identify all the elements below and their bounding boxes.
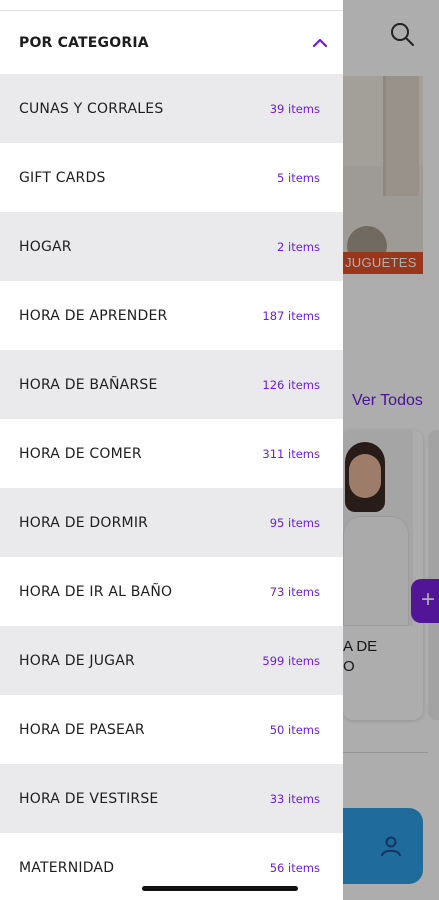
category-label: HORA DE VESTIRSE (19, 790, 159, 807)
category-label: GIFT CARDS (19, 169, 106, 186)
home-indicator[interactable] (142, 886, 298, 891)
section-title: POR CATEGORIA (19, 34, 149, 51)
category-count: 56 items (269, 860, 320, 875)
category-item-cunas-y-corrales[interactable]: CUNAS Y CORRALES 39 items (0, 74, 343, 143)
category-count: 50 items (269, 722, 320, 737)
category-count: 311 items (262, 446, 320, 461)
category-label: HOGAR (19, 238, 72, 255)
category-count: 599 items (262, 653, 320, 668)
category-count: 95 items (269, 515, 320, 530)
category-label: CUNAS Y CORRALES (19, 100, 164, 117)
category-label: HORA DE IR AL BAÑO (19, 583, 173, 600)
category-count: 33 items (269, 791, 320, 806)
category-item-hora-de-pasear[interactable]: HORA DE PASEAR 50 items (0, 695, 343, 764)
category-item-hora-de-aprender[interactable]: HORA DE APRENDER 187 items (0, 281, 343, 350)
chevron-up-icon[interactable] (311, 34, 329, 52)
category-count: 73 items (269, 584, 320, 599)
category-count: 5 items (277, 170, 320, 185)
category-item-hora-de-ir-al-bano[interactable]: HORA DE IR AL BAÑO 73 items (0, 557, 343, 626)
category-list: CUNAS Y CORRALES 39 items GIFT CARDS 5 i… (0, 74, 343, 900)
category-item-hora-de-jugar[interactable]: HORA DE JUGAR 599 items (0, 626, 343, 695)
category-count: 187 items (262, 308, 320, 323)
category-item-hora-de-dormir[interactable]: HORA DE DORMIR 95 items (0, 488, 343, 557)
category-label: HORA DE PASEAR (19, 721, 145, 738)
category-item-hora-de-comer[interactable]: HORA DE COMER 311 items (0, 419, 343, 488)
category-count: 126 items (262, 377, 320, 392)
category-count: 2 items (277, 239, 320, 254)
category-drawer: POR CATEGORIA CUNAS Y CORRALES 39 items … (0, 0, 343, 900)
category-label: HORA DE BAÑARSE (19, 376, 158, 393)
category-label: HORA DE JUGAR (19, 652, 135, 669)
category-label: HORA DE COMER (19, 445, 142, 462)
category-item-gift-cards[interactable]: GIFT CARDS 5 items (0, 143, 343, 212)
category-section-header[interactable]: POR CATEGORIA (0, 11, 343, 74)
category-item-hora-de-banarse[interactable]: HORA DE BAÑARSE 126 items (0, 350, 343, 419)
category-label: HORA DE APRENDER (19, 307, 168, 324)
category-item-hogar[interactable]: HOGAR 2 items (0, 212, 343, 281)
category-label: MATERNIDAD (19, 859, 115, 876)
category-label: HORA DE DORMIR (19, 514, 149, 531)
category-item-hora-de-vestirse[interactable]: HORA DE VESTIRSE 33 items (0, 764, 343, 833)
category-count: 39 items (269, 101, 320, 116)
